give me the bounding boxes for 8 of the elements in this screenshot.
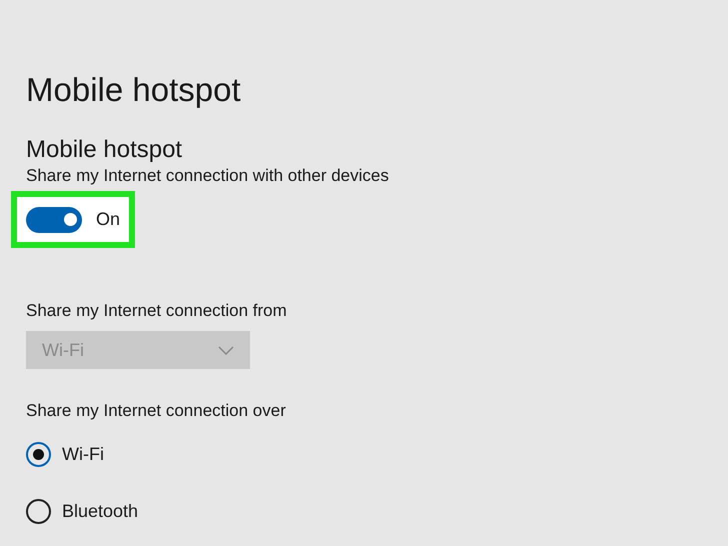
- radio-option[interactable]: Bluetooth: [26, 498, 138, 525]
- share-over-label: Share my Internet connection over: [26, 400, 286, 422]
- section-heading: Mobile hotspot: [26, 136, 182, 164]
- chevron-down-icon: [218, 346, 234, 354]
- page-title: Mobile hotspot: [26, 70, 241, 110]
- description: Share my Internet connection with other devices: [26, 165, 389, 187]
- source-label: Share my Internet connection from: [26, 300, 287, 322]
- radio-option[interactable]: Wi-Fi: [26, 441, 104, 468]
